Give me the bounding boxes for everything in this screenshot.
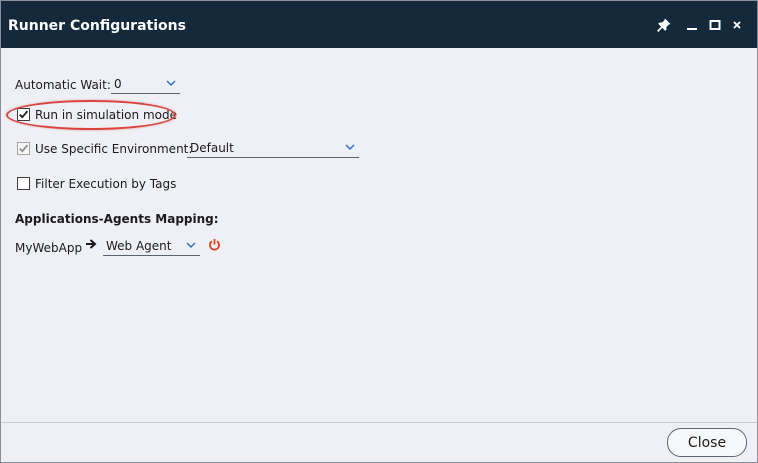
simulation-mode-checkbox[interactable] — [17, 108, 30, 121]
agent-value: Web Agent — [106, 239, 172, 253]
dialog-footer — [1, 422, 757, 462]
mapping-heading: Applications-Agents Mapping: — [15, 212, 219, 226]
chevron-down-icon — [186, 242, 196, 249]
maximize-icon[interactable] — [705, 15, 725, 35]
pin-icon[interactable] — [654, 15, 674, 35]
agent-select[interactable]: Web Agent — [103, 238, 200, 256]
simulation-mode-label: Run in simulation mode — [35, 108, 177, 122]
window-title: Runner Configurations — [8, 18, 186, 34]
chevron-down-icon — [166, 80, 176, 87]
close-icon[interactable] — [727, 15, 747, 35]
configuration-panel: Automatic Wait: 0 Run in simulation mode… — [4, 49, 754, 421]
environment-select[interactable]: Default — [187, 140, 359, 158]
title-bar: Runner Configurations — [1, 1, 757, 48]
application-name: MyWebApp — [15, 241, 83, 255]
power-icon[interactable] — [208, 238, 221, 254]
specific-environment-checkbox[interactable] — [17, 142, 30, 155]
filter-by-tags-checkbox[interactable] — [17, 177, 30, 190]
checkmark-icon — [19, 144, 29, 153]
specific-environment-label: Use Specific Environment: — [35, 142, 193, 156]
runner-configurations-window: Runner Configurations Automatic Wait: 0 … — [0, 0, 758, 463]
minimize-icon[interactable] — [682, 15, 702, 35]
arrow-right-icon — [85, 238, 97, 253]
automatic-wait-label: Automatic Wait: — [15, 78, 111, 92]
filter-by-tags-label: Filter Execution by Tags — [35, 177, 177, 191]
automatic-wait-value: 0 — [114, 77, 122, 91]
environment-value: Default — [190, 141, 234, 155]
chevron-down-icon — [345, 144, 355, 151]
automatic-wait-select[interactable]: 0 — [111, 76, 180, 94]
checkmark-icon — [19, 110, 29, 119]
close-button[interactable]: Close — [667, 428, 747, 457]
